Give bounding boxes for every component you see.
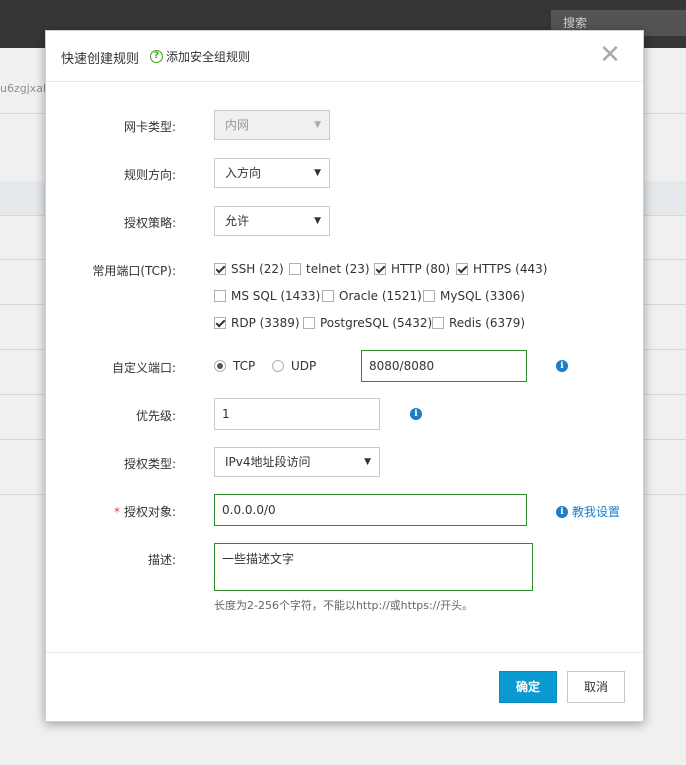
chevron-down-icon: ▼ [364, 457, 371, 467]
protocol-radio-tcp[interactable]: TCP [214, 359, 255, 373]
port-checkbox-telnet[interactable]: telnet (23) [289, 262, 370, 276]
checkbox-box[interactable] [322, 290, 334, 302]
description-hint: 长度为2-256个字符，不能以http://或https://开头。 [214, 599, 474, 612]
custom-port-input[interactable]: 8080/8080 [361, 350, 527, 382]
port-checkbox-label: RDP (3389) [231, 316, 300, 330]
teach-link-label: 教我设置 [572, 505, 621, 519]
info-icon: i [556, 505, 568, 518]
chevron-down-icon: ▼ [314, 168, 321, 178]
checkbox-box[interactable] [214, 263, 226, 275]
auth-object-input[interactable]: 0.0.0.0/0 [214, 494, 527, 526]
port-checkbox-label: PostgreSQL (5432) [320, 316, 433, 330]
port-checkbox-label: Redis (6379) [449, 316, 526, 330]
port-checkbox-label: MS SQL (1433) [231, 289, 321, 303]
radio-label: TCP [233, 359, 256, 373]
policy-select[interactable]: 允许 ▼ [214, 206, 330, 236]
checkbox-box[interactable] [289, 263, 301, 275]
port-checkbox-oracle[interactable]: Oracle (1521) [322, 289, 422, 303]
question-circle-icon: ? [150, 50, 163, 63]
priority-input[interactable]: 1 [214, 398, 380, 430]
dialog-header: 快速创建规则 ? 添加安全组规则 ✕ [46, 31, 643, 82]
radio-dot[interactable] [214, 360, 226, 372]
checkbox-box[interactable] [423, 290, 435, 302]
description-label: 描述: [147, 553, 176, 567]
close-icon[interactable]: ✕ [598, 42, 622, 68]
protocol-radio-udp[interactable]: UDP [272, 359, 316, 373]
nic-type-select: 内网 ▼ [214, 110, 330, 140]
radio-dot[interactable] [272, 360, 284, 372]
cancel-button[interactable]: 取消 [567, 671, 625, 703]
chevron-down-icon: ▼ [314, 216, 321, 226]
port-checkbox-rdp[interactable]: RDP (3389) [214, 316, 300, 330]
confirm-button[interactable]: 确定 [499, 671, 557, 703]
checkbox-box[interactable] [374, 263, 386, 275]
port-checkbox-label: SSH (22) [231, 262, 284, 276]
required-mark: * [113, 505, 120, 519]
port-checkbox-label: telnet (23) [306, 262, 370, 276]
checkbox-box[interactable] [303, 317, 315, 329]
port-checkbox-https[interactable]: HTTPS (443) [456, 262, 547, 276]
port-checkbox-ssh[interactable]: SSH (22) [214, 262, 284, 276]
direction-label: 规则方向: [123, 168, 176, 182]
checkbox-box[interactable] [432, 317, 444, 329]
add-security-group-rule-link[interactable]: ? 添加安全组规则 [150, 48, 250, 65]
auth-type-label: 授权类型: [123, 457, 176, 471]
port-checkbox-http[interactable]: HTTP (80) [374, 262, 450, 276]
auth-type-select[interactable]: IPv4地址段访问 ▼ [214, 447, 380, 477]
port-checkbox-mssql[interactable]: MS SQL (1433) [214, 289, 320, 303]
custom-port-label: 自定义端口: [111, 361, 176, 375]
port-checkbox-label: HTTP (80) [391, 262, 451, 276]
radio-label: UDP [291, 359, 317, 373]
policy-value: 允许 [225, 214, 250, 228]
port-checkbox-label: Oracle (1521) [339, 289, 422, 303]
common-ports-label: 常用端口(TCP): [92, 264, 176, 278]
direction-value: 入方向 [225, 166, 262, 180]
checkbox-box[interactable] [456, 263, 468, 275]
nic-type-label: 网卡类型: [123, 120, 176, 134]
help-link-label: 添加安全组规则 [166, 50, 251, 64]
port-checkbox-mysql[interactable]: MySQL (3306) [423, 289, 525, 303]
auth-object-label-text: 授权对象: [123, 505, 176, 519]
auth-object-label: * 授权对象: [46, 503, 176, 520]
info-icon[interactable]: i [556, 360, 568, 372]
dialog-title: 快速创建规则 [61, 52, 140, 67]
info-icon[interactable]: i [410, 408, 422, 420]
port-checkbox-postgresql[interactable]: PostgreSQL (5432) [303, 316, 432, 330]
checkbox-box[interactable] [214, 317, 226, 329]
nic-type-value: 内网 [225, 118, 250, 132]
port-checkbox-label: HTTPS (443) [473, 262, 548, 276]
port-checkbox-redis[interactable]: Redis (6379) [432, 316, 525, 330]
description-textarea[interactable]: 一些描述文字 [214, 543, 533, 591]
port-checkbox-label: MySQL (3306) [440, 289, 525, 303]
auth-type-value: IPv4地址段访问 [225, 455, 311, 469]
dialog-footer-divider [46, 652, 643, 653]
teach-me-setup-link[interactable]: i 教我设置 [556, 503, 620, 520]
policy-label: 授权策略: [123, 216, 176, 230]
quick-create-rule-dialog: 快速创建规则 ? 添加安全组规则 ✕ 网卡类型: 内网 ▼ 规则方向: 入方向 … [45, 30, 644, 722]
direction-select[interactable]: 入方向 ▼ [214, 158, 330, 188]
chevron-down-icon: ▼ [314, 120, 321, 130]
checkbox-box[interactable] [214, 290, 226, 302]
priority-label: 优先级: [135, 409, 176, 423]
